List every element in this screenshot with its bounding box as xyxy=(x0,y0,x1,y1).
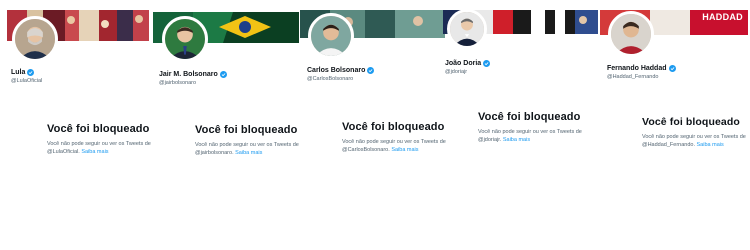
avatar-photo xyxy=(15,19,55,59)
learn-more-link[interactable]: Saiba mais xyxy=(235,150,262,156)
blocked-title: Você foi bloqueado xyxy=(47,123,150,135)
blocked-description: Você não pode seguir ou ver os Tweets de… xyxy=(642,133,746,149)
handle: @Haddad_Fernando xyxy=(607,74,659,80)
display-name: Fernando Haddad xyxy=(607,65,667,72)
learn-more-link[interactable]: Saiba mais xyxy=(391,147,418,153)
avatar[interactable] xyxy=(162,16,208,62)
avatar-photo xyxy=(611,14,651,54)
verified-badge-icon xyxy=(668,65,676,72)
blocked-notice-haddad: Você foi bloqueado Você não pode seguir … xyxy=(642,116,746,149)
blocked-text: Você não pode seguir ou ver os Tweets de… xyxy=(642,134,746,148)
profile-card-jdoriajr: João Doria @jdoriajr xyxy=(443,0,598,100)
blocked-title: Você foi bloqueado xyxy=(195,124,298,136)
verified-badge-icon xyxy=(367,67,375,74)
blocked-description: Você não pode seguir ou ver os Tweets de… xyxy=(47,140,157,156)
blocked-description: Você não pode seguir ou ver os Tweets de… xyxy=(342,138,452,154)
profile-card-lula: Lula @LulaOficial xyxy=(0,0,150,100)
avatar[interactable] xyxy=(308,13,354,59)
handle: @LulaOficial xyxy=(11,78,43,84)
learn-more-link[interactable]: Saiba mais xyxy=(81,149,108,155)
blocked-notice-jairbolsonaro: Você foi bloqueado Você não pode seguir … xyxy=(195,124,305,157)
learn-more-link[interactable]: Saiba mais xyxy=(503,137,530,143)
blocked-description: Você não pode seguir ou ver os Tweets de… xyxy=(478,128,588,144)
display-name: Jair M. Bolsonaro xyxy=(159,71,218,78)
blocked-notice-lula: Você foi bloqueado Você não pode seguir … xyxy=(47,123,157,156)
avatar[interactable] xyxy=(447,9,487,49)
display-name: Carlos Bolsonaro xyxy=(307,67,366,74)
verified-badge-icon xyxy=(483,60,491,67)
avatar-photo xyxy=(450,12,484,46)
blocked-title: Você foi bloqueado xyxy=(642,116,740,128)
handle: @jdoriajr xyxy=(445,69,468,75)
display-name: João Doria xyxy=(445,60,482,67)
verified-badge-icon xyxy=(219,71,227,78)
profile-card-jairbolsonaro: Jair M. Bolsonaro @jairbolsonaro xyxy=(150,0,300,100)
learn-more-link[interactable]: Saiba mais xyxy=(697,142,724,148)
profile-card-haddad: HADDAD Fernando Haddad @Haddad_Fernando xyxy=(600,0,750,100)
display-name: Lula xyxy=(11,69,26,76)
blocked-description: Você não pode seguir ou ver os Tweets de… xyxy=(195,141,305,157)
banner-title: HADDAD xyxy=(700,11,745,23)
avatar[interactable] xyxy=(608,11,654,57)
handle: @CarlosBolsonaro xyxy=(307,76,354,82)
blocked-title: Você foi bloqueado xyxy=(342,121,445,133)
verified-badge-icon xyxy=(27,69,35,76)
blocked-notice-carlosbolsonaro: Você foi bloqueado Você não pode seguir … xyxy=(342,121,452,154)
handle: @jairbolsonaro xyxy=(159,80,197,86)
avatar-photo xyxy=(165,19,205,59)
avatar-photo xyxy=(311,16,351,56)
profile-card-carlosbolsonaro: Carlos Bolsonaro @CarlosBolsonaro xyxy=(300,0,445,100)
blocked-notice-jdoriajr: Você foi bloqueado Você não pode seguir … xyxy=(478,111,588,144)
blocked-title: Você foi bloqueado xyxy=(478,111,581,123)
avatar[interactable] xyxy=(12,16,58,62)
